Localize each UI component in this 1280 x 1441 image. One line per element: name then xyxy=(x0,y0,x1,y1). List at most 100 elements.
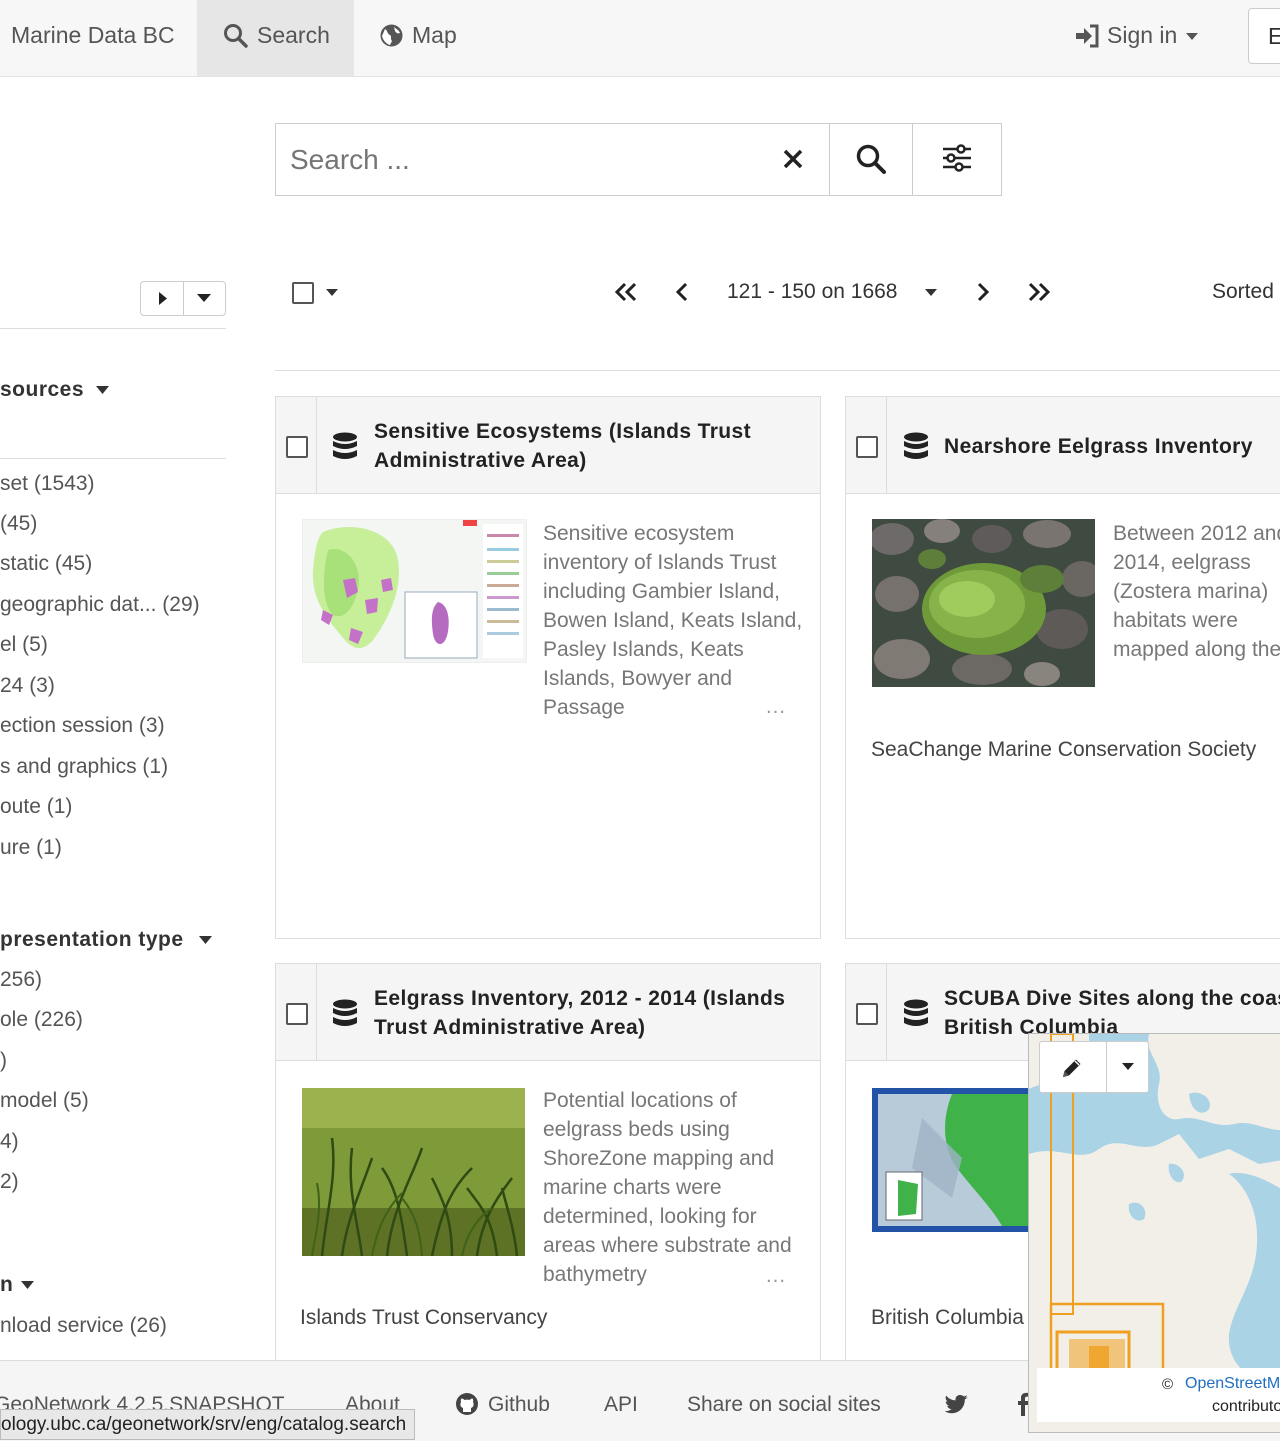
facet-item[interactable]: (45) xyxy=(0,512,37,536)
footer-share-label: Share on social sites xyxy=(687,1393,881,1416)
select-all-checkbox[interactable] xyxy=(292,282,314,304)
dive-sites-map-image xyxy=(872,1088,1052,1232)
attribution-text: contributors xyxy=(1212,1398,1280,1415)
card-organisation[interactable]: Islands Trust Conservancy xyxy=(300,1306,547,1330)
result-card[interactable]: Nearshore Eelgrass Inventory Between 201… xyxy=(845,396,1280,939)
card-thumbnail[interactable] xyxy=(302,519,527,663)
first-page-button[interactable] xyxy=(614,282,638,302)
openstreetmap-link[interactable]: OpenStreetMap xyxy=(1185,1375,1280,1393)
selection-menu-caret[interactable] xyxy=(326,289,338,297)
github-icon xyxy=(456,1393,478,1415)
facet-item[interactable]: el (5) xyxy=(0,633,48,657)
caret-down-icon xyxy=(199,936,212,944)
map-toolbar xyxy=(1039,1041,1149,1093)
facet-expand-controls xyxy=(140,281,226,316)
language-button[interactable]: E xyxy=(1248,8,1280,64)
card-description: Potential locations of eelgrass beds usi… xyxy=(543,1089,792,1286)
facet-heading-resources[interactable]: sources xyxy=(0,378,84,402)
caret-down-icon xyxy=(96,386,109,394)
facet-item[interactable]: ole (226) xyxy=(0,1008,83,1032)
facet-item[interactable]: model (5) xyxy=(0,1089,89,1113)
facet-heading-service[interactable]: n xyxy=(0,1273,13,1297)
card-description: Between 2012 and 2014, eelgrass (Zostera… xyxy=(1113,522,1280,661)
facet-item[interactable]: 2) xyxy=(0,1170,19,1194)
ellipsis-icon: … xyxy=(765,1264,786,1287)
facet-item[interactable]: 24 (3) xyxy=(0,674,55,698)
card-thumbnail[interactable] xyxy=(872,1088,1052,1232)
clear-search-button[interactable] xyxy=(783,149,803,169)
facet-item[interactable]: set (1543) xyxy=(0,472,95,496)
twitter-icon[interactable] xyxy=(945,1394,969,1414)
map-attribution: © OpenStreetMap contributors xyxy=(1037,1368,1280,1422)
facet-item[interactable]: ection session (3) xyxy=(0,714,165,738)
footer-api-link[interactable]: API xyxy=(604,1393,638,1417)
card-thumbnail[interactable] xyxy=(872,519,1095,687)
results-divider xyxy=(275,370,1280,371)
brand-link[interactable]: Marine Data BC xyxy=(11,22,175,49)
search-input[interactable] xyxy=(288,136,762,184)
eelgrass-underwater-photo xyxy=(302,1088,525,1256)
facet-item[interactable]: 256) xyxy=(0,968,42,992)
button-divider xyxy=(183,282,184,315)
globe-icon xyxy=(380,24,403,47)
caret-down-icon[interactable] xyxy=(1122,1063,1134,1071)
facet-item[interactable]: static (45) xyxy=(0,552,92,576)
card-checkbox[interactable] xyxy=(286,436,308,458)
card-checkbox[interactable] xyxy=(856,436,878,458)
previous-page-button[interactable] xyxy=(675,282,689,302)
facet-item[interactable]: oute (1) xyxy=(0,795,72,819)
card-title[interactable]: Nearshore Eelgrass Inventory xyxy=(944,432,1280,461)
last-page-button[interactable] xyxy=(1027,282,1051,302)
database-icon xyxy=(904,432,928,459)
search-icon xyxy=(224,24,248,48)
pagination-caret[interactable] xyxy=(925,289,937,297)
card-checkbox[interactable] xyxy=(856,1003,878,1025)
search-divider xyxy=(829,124,830,195)
facet-heading-representation-type[interactable]: presentation type xyxy=(0,928,184,952)
card-title[interactable]: Eelgrass Inventory, 2012 - 2014 (Islands… xyxy=(374,984,804,1042)
sign-in-icon xyxy=(1076,24,1099,48)
search-divider xyxy=(912,124,913,195)
ellipsis-icon: … xyxy=(765,695,786,718)
card-description: Sensitive ecosystem inventory of Islands… xyxy=(543,522,803,719)
result-card[interactable]: Sensitive Ecosystems (Islands Trust Admi… xyxy=(275,396,821,939)
card-title[interactable]: Sensitive Ecosystems (Islands Trust Admi… xyxy=(374,417,794,475)
pencil-icon[interactable] xyxy=(1060,1056,1084,1080)
card-checkbox[interactable] xyxy=(286,1003,308,1025)
eelgrass-rocks-photo xyxy=(872,519,1095,687)
result-card[interactable]: Eelgrass Inventory, 2012 - 2014 (Islands… xyxy=(275,963,821,1363)
facet-item[interactable]: 4) xyxy=(0,1130,19,1154)
language-button-label: E xyxy=(1268,23,1280,49)
map-widget[interactable]: © OpenStreetMap contributors xyxy=(1028,1033,1280,1433)
nav-map-link[interactable]: Map xyxy=(412,22,457,49)
sensitive-ecosystems-map-image xyxy=(303,520,526,662)
facet-item[interactable]: ure (1) xyxy=(0,836,62,860)
facet-item[interactable]: geographic dat... (29) xyxy=(0,593,200,617)
next-page-button[interactable] xyxy=(976,282,990,302)
expand-all-button[interactable] xyxy=(159,292,168,305)
top-navbar: Marine Data BC Search Map Sign in E xyxy=(0,0,1280,77)
advanced-search-filters-button[interactable] xyxy=(942,144,972,172)
browser-status-url: ology.ubc.ca/geonetwork/srv/eng/catalog.… xyxy=(0,1409,416,1440)
facet-item[interactable]: nload service (26) xyxy=(0,1314,167,1338)
pagination-range[interactable]: 121 - 150 on 1668 xyxy=(727,280,897,304)
card-organisation[interactable]: SeaChange Marine Conservation Society xyxy=(871,738,1256,762)
facet-item[interactable]: ) xyxy=(0,1049,7,1073)
facet-item[interactable]: s and graphics (1) xyxy=(0,755,168,779)
nav-search-label[interactable]: Search xyxy=(257,22,330,49)
card-organisation[interactable]: British Columbia xyxy=(871,1306,1024,1330)
search-bar xyxy=(275,123,1002,196)
database-icon xyxy=(333,999,357,1026)
search-submit-button[interactable] xyxy=(856,144,887,175)
card-thumbnail[interactable] xyxy=(302,1088,525,1256)
sort-dropdown[interactable]: Sorted xyxy=(1212,280,1274,304)
database-icon xyxy=(904,999,928,1026)
copyright-icon: © xyxy=(1162,1376,1174,1393)
sign-in-link[interactable]: Sign in xyxy=(1107,22,1177,49)
sidebar-divider xyxy=(0,328,226,329)
button-divider xyxy=(1106,1042,1107,1092)
database-icon xyxy=(333,432,357,459)
sidebar-divider xyxy=(0,458,226,459)
footer-github-link[interactable]: Github xyxy=(488,1393,550,1417)
collapse-options-button[interactable] xyxy=(197,294,211,303)
